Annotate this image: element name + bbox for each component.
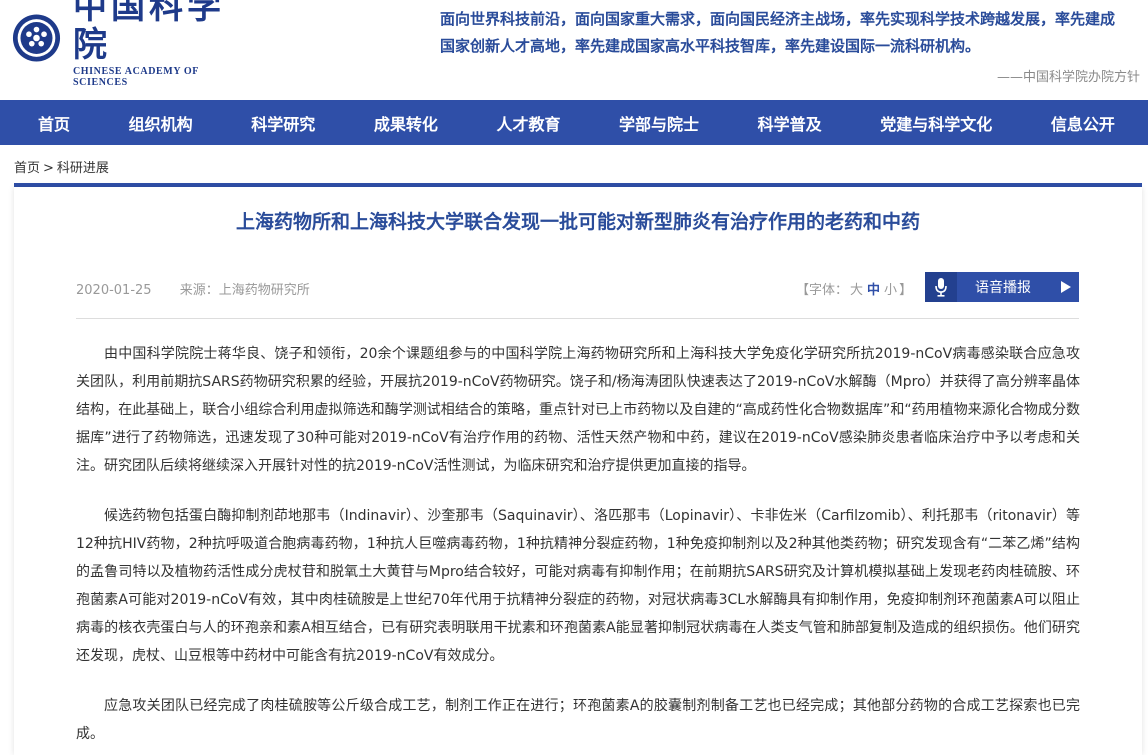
nav-item-popular-science[interactable]: 科学普及 [758, 111, 822, 135]
nav-item-home[interactable]: 首页 [38, 111, 70, 135]
article-date: 2020-01-25 [76, 283, 152, 298]
article-paragraph: 应急攻关团队已经完成了肉桂硫胺等公斤级合成工艺，制剂工作正在进行；环孢菌素A的胶… [76, 698, 1080, 742]
motto: 面向世界科技前沿，面向国家重大需求，面向国民经济主战场，率先实现科学技术跨越发展… [440, 6, 1140, 60]
cas-emblem-icon [12, 14, 61, 62]
motto-line-2: 国家创新人才高地，率先建成国家高水平科技智库，率先建设国际一流科研机构。 [440, 37, 981, 55]
font-size-suffix: 】 [899, 283, 913, 298]
font-size-small[interactable]: 小 [884, 283, 897, 298]
motto-signature: ——中国科学院办院方针 [996, 70, 1140, 85]
font-size-medium[interactable]: 中 [867, 283, 880, 298]
mic-box [925, 272, 957, 302]
article-source: 上海药物研究所 [218, 283, 310, 298]
nav-item-information[interactable]: 信息公开 [1051, 111, 1115, 135]
microphone-icon [935, 278, 947, 297]
article-panel: 上海药物所和上海科技大学联合发现一批可能对新型肺炎有治疗作用的老药和中药 202… [14, 187, 1142, 755]
nav-item-transfer[interactable]: 成果转化 [374, 111, 438, 135]
logo-english-name: CHINESE ACADEMY OF SCIENCES [72, 66, 199, 88]
article-paragraph: 候选药物包括蛋白酶抑制剂茚地那韦（Indinavir）、沙奎那韦（Saquina… [76, 508, 1080, 664]
motto-line-1: 面向世界科技前沿，面向国家重大需求，面向国民经济主战场，率先实现科学技术跨越发展… [440, 10, 1116, 28]
article-paragraph: 由中国科学院院士蒋华良、饶子和领衔，20余个课题组参与的中国科学院上海药物研究所… [76, 346, 1080, 474]
font-size-prefix: 【字体： [796, 283, 849, 298]
play-icon [1061, 281, 1071, 293]
article-meta: 2020-01-25 来源：上海药物研究所 [76, 279, 310, 298]
audio-playback-button[interactable]: 语音播报 [925, 272, 1079, 302]
nav-item-party-culture[interactable]: 党建与科学文化 [880, 111, 992, 135]
article-title: 上海药物所和上海科技大学联合发现一批可能对新型肺炎有治疗作用的老药和中药 [235, 211, 920, 233]
nav-item-academicians[interactable]: 学部与院士 [619, 111, 699, 135]
nav-item-research[interactable]: 科学研究 [251, 111, 315, 135]
logo-text: 中国科学院 CHINESE ACADEMY OF SCIENCES [73, 0, 252, 88]
meta-divider [76, 318, 1079, 319]
site-header: 中国科学院 CHINESE ACADEMY OF SCIENCES 面向世界科技… [0, 0, 1148, 100]
article-source-label: 来源： [179, 283, 219, 298]
breadcrumb-current[interactable]: 科研进展 [57, 161, 109, 176]
nav-item-education[interactable]: 人才教育 [496, 111, 560, 135]
breadcrumb-separator: > [43, 161, 54, 176]
logo-chinese-name: 中国科学院 [72, 0, 225, 65]
breadcrumb: 首页 > 科研进展 [14, 157, 109, 176]
breadcrumb-home[interactable]: 首页 [14, 161, 40, 176]
site-logo[interactable]: 中国科学院 CHINESE ACADEMY OF SCIENCES [12, 0, 252, 88]
audio-playback-label: 语音播报 [975, 280, 1031, 296]
nav-item-organization[interactable]: 组织机构 [129, 111, 193, 135]
font-size-switcher: 【字体：大中小】 [796, 279, 912, 298]
main-nav: 首页 组织机构 科学研究 成果转化 人才教育 学部与院士 科学普及 党建与科学文… [0, 100, 1148, 145]
font-size-large[interactable]: 大 [850, 283, 863, 298]
article-body: 由中国科学院院士蒋华良、饶子和领衔，20余个课题组参与的中国科学院上海药物研究所… [76, 340, 1080, 755]
